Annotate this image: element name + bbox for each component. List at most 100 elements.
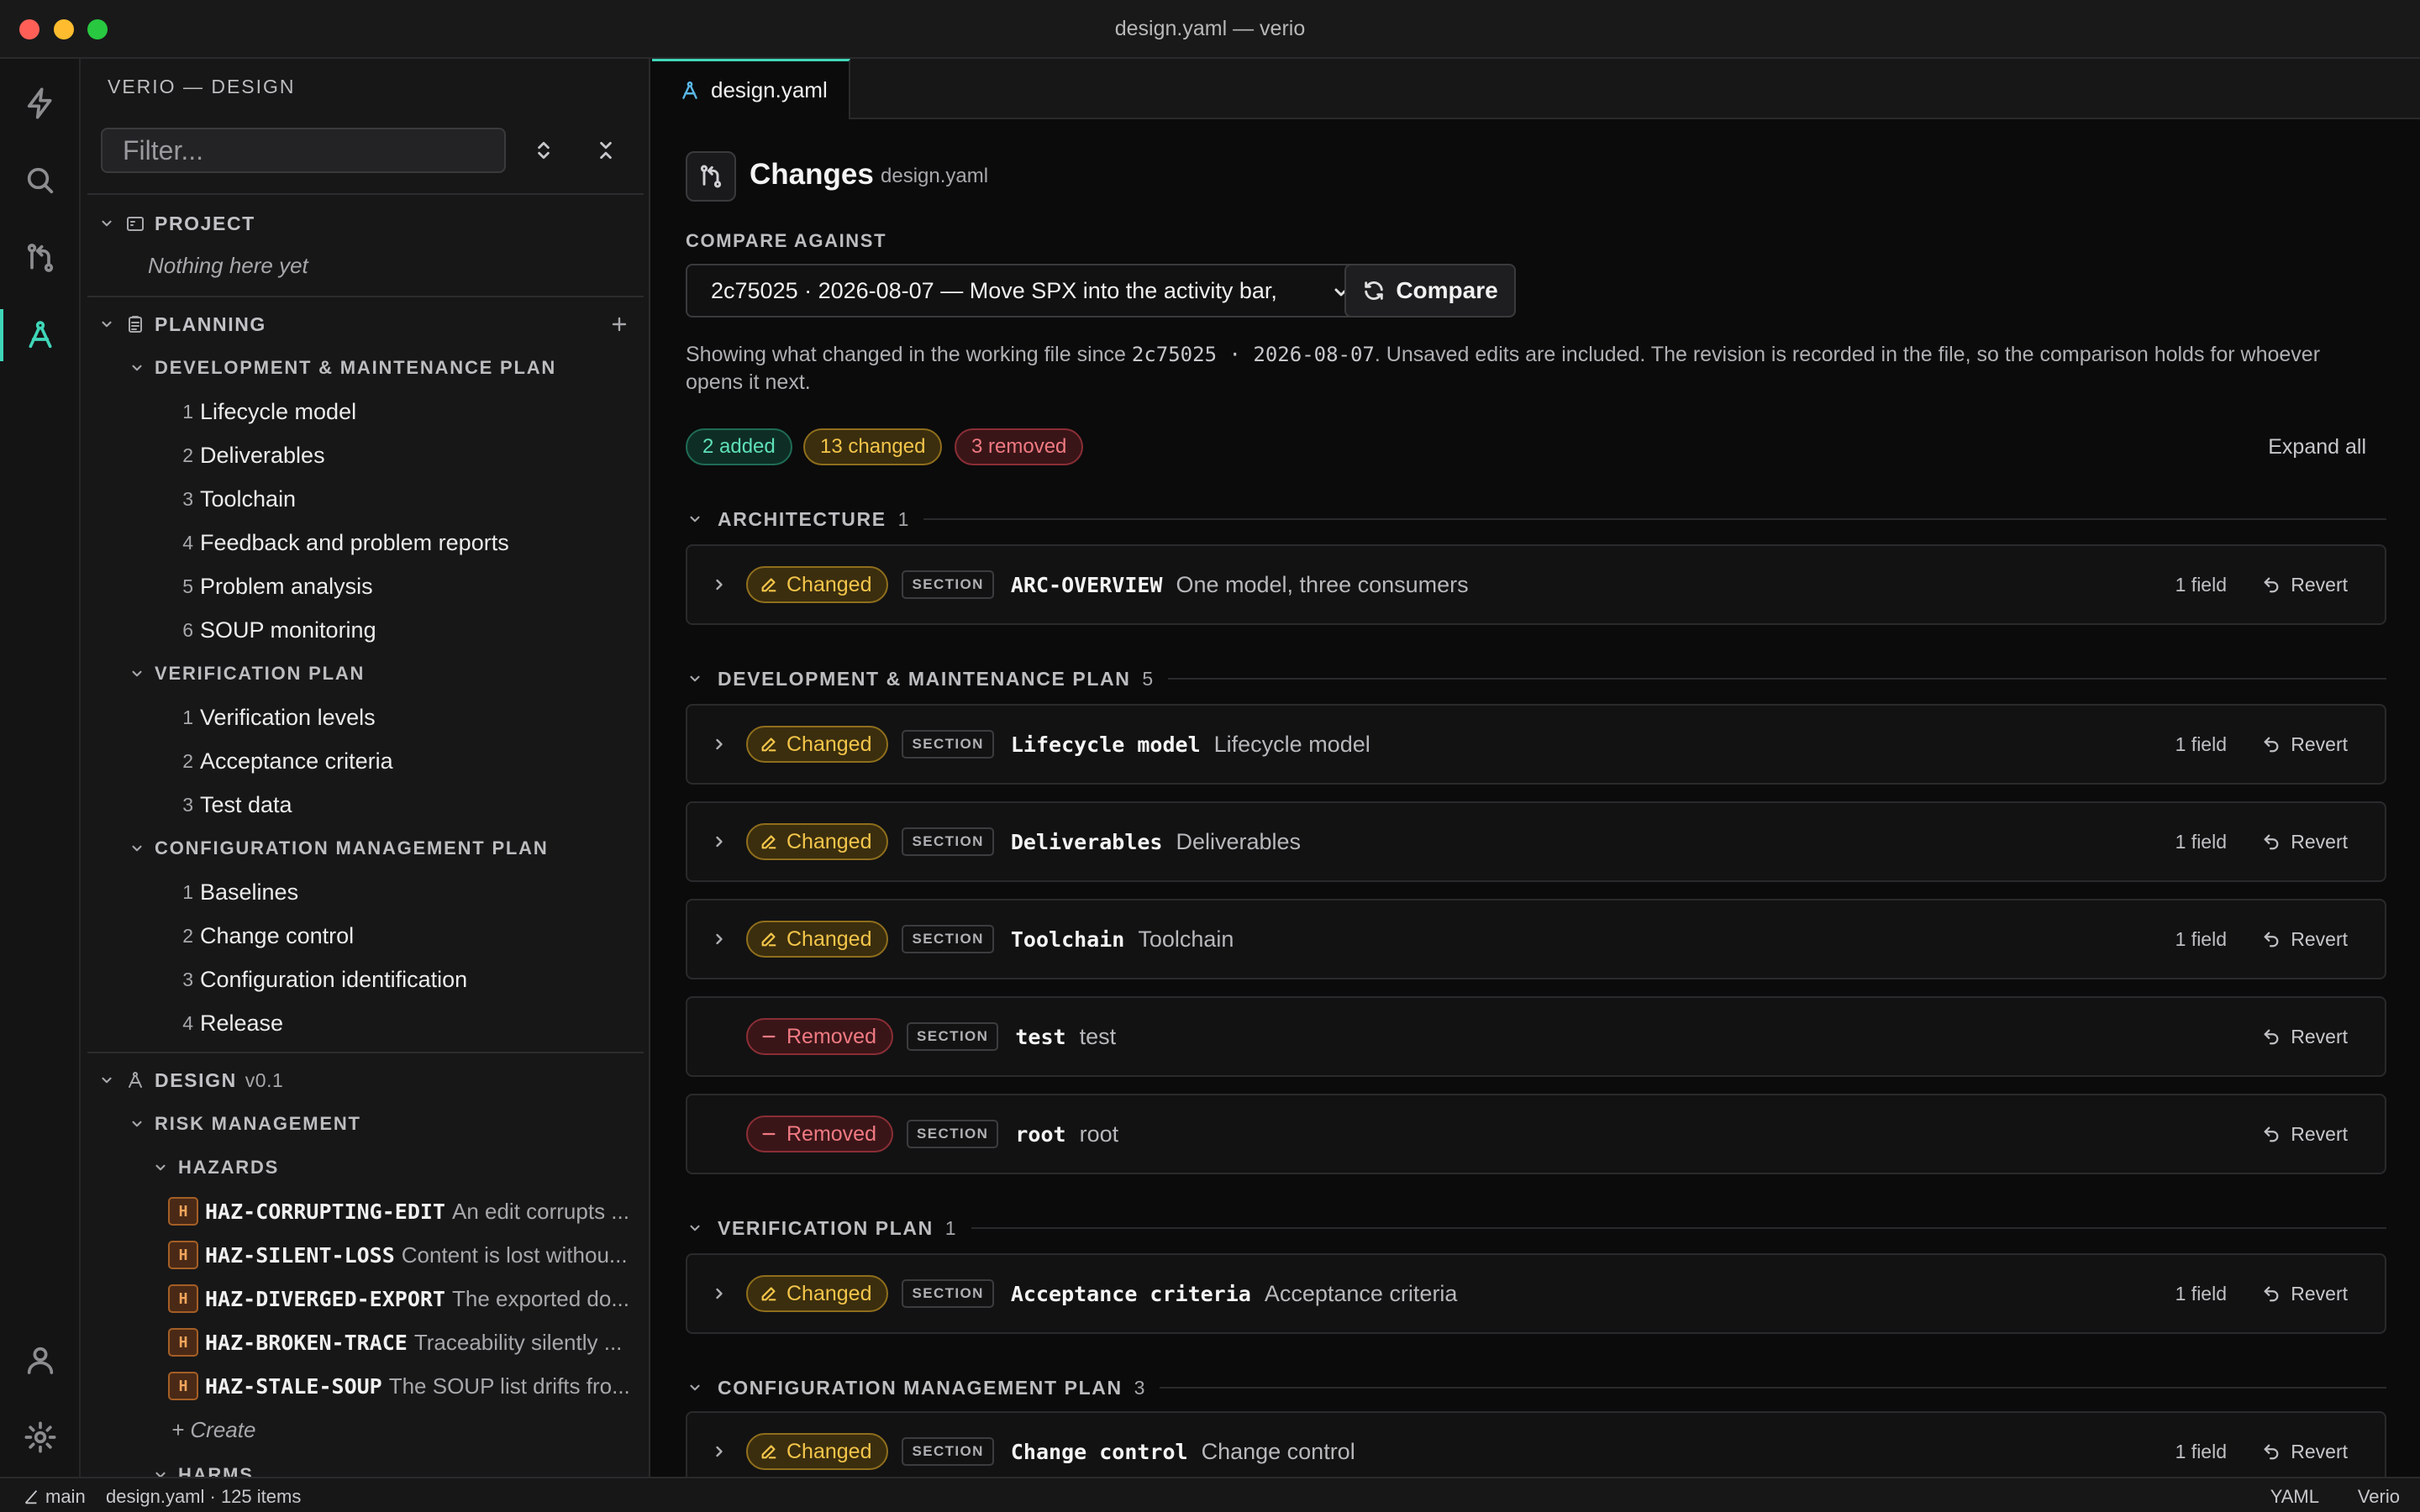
hazard-badge: H [168, 1284, 198, 1313]
revision-select[interactable]: 2c75025 · 2026-08-07 — Move SPX into the… [686, 264, 1365, 318]
add-planning-button[interactable] [607, 312, 632, 337]
tree-item[interactable]: 3 Test data [81, 783, 649, 827]
tree-item[interactable]: 2 Deliverables [81, 433, 649, 477]
hazard-item[interactable]: H HAZ-DIVERGED-EXPORT The exported do... [81, 1277, 630, 1320]
compare-button[interactable]: Compare [1344, 264, 1516, 318]
tree-subgroup-harms[interactable]: HARMS [81, 1453, 649, 1477]
chevron-right-icon[interactable] [709, 1284, 729, 1304]
hazard-badge: H [168, 1372, 198, 1400]
tree-item[interactable]: 2 Acceptance criteria [81, 739, 649, 783]
tree-group-project[interactable]: PROJECT [81, 202, 649, 245]
item-number: 2 [182, 444, 193, 466]
change-row[interactable]: Changed SECTION Acceptance criteria Acce… [686, 1253, 2386, 1334]
chevron-right-icon[interactable] [709, 734, 729, 754]
activity-settings[interactable] [0, 1399, 81, 1475]
expand-collapse-button[interactable] [524, 131, 563, 170]
expand-all-button[interactable]: Expand all [2268, 435, 2366, 459]
item-label: Acceptance criteria [200, 748, 393, 774]
change-row[interactable]: Changed SECTION Change control Change co… [686, 1411, 2386, 1477]
tree-subgroup-dev-plan[interactable]: DEVELOPMENT & MAINTENANCE PLAN [81, 346, 649, 390]
create-hazard-button[interactable]: + Create [81, 1408, 649, 1452]
activity-search[interactable] [0, 143, 81, 218]
chevron-right-icon[interactable] [709, 832, 729, 852]
section-header-ver-plan[interactable]: VERIFICATION PLAN 1 [686, 1211, 2386, 1245]
revert-button[interactable]: Revert [2262, 733, 2348, 756]
tree-item[interactable]: 5 Problem analysis [81, 564, 649, 608]
section-name: VERIFICATION PLAN [718, 1216, 934, 1239]
tree-subgroup-cfg-plan[interactable]: CONFIGURATION MANAGEMENT PLAN [81, 827, 649, 870]
pencil-icon [761, 1287, 776, 1301]
change-row[interactable]: Changed SECTION Lifecycle model Lifecycl… [686, 704, 2386, 785]
group-label: PROJECT [155, 212, 255, 234]
status-badge: Removed [746, 1018, 893, 1055]
tree-item[interactable]: 3 Toolchain [81, 477, 649, 521]
item-label: Change control [200, 922, 355, 948]
revert-button[interactable]: Revert [2262, 1026, 2348, 1048]
tree-item[interactable]: 6 SOUP monitoring [81, 608, 649, 652]
language-mode[interactable]: YAML [2270, 1486, 2319, 1508]
change-row[interactable]: Changed SECTION Toolchain Toolchain 1 fi… [686, 899, 2386, 979]
tree-group-design[interactable]: DESIGN v0.1 [81, 1058, 649, 1102]
tree-subgroup-ver-plan[interactable]: VERIFICATION PLAN [81, 652, 649, 696]
status-label: Changed [786, 829, 872, 853]
tree-subgroup-risk[interactable]: RISK MANAGEMENT [81, 1102, 649, 1146]
tree-item[interactable]: 4 Feedback and problem reports [81, 521, 649, 564]
kind-badge: SECTION [902, 1437, 994, 1466]
app-name: Verio [2357, 1486, 2400, 1507]
tree-item[interactable]: 1 Lifecycle model [81, 390, 649, 433]
collapse-all-button[interactable] [587, 131, 625, 170]
change-row[interactable]: Removed SECTION test test Revert [686, 996, 2386, 1077]
section-header-architecture[interactable]: ARCHITECTURE 1 [686, 502, 2386, 536]
tree-item[interactable]: 2 Change control [81, 914, 649, 958]
kind-badge: SECTION [907, 1022, 999, 1051]
section-header-cfg-plan[interactable]: CONFIGURATION MANAGEMENT PLAN 3 [686, 1371, 2386, 1404]
hazard-item[interactable]: H HAZ-STALE-SOUP The SOUP list drifts fro.… [81, 1364, 630, 1408]
tab-design-yaml[interactable]: design.yaml [652, 59, 850, 119]
revert-button[interactable]: Revert [2262, 1441, 2348, 1463]
tree-item[interactable]: 3 Configuration identification [81, 958, 649, 1001]
tree-item[interactable]: 1 Verification levels [81, 696, 649, 739]
change-row[interactable]: Changed SECTION ARC-OVERVIEW One model, … [686, 544, 2386, 625]
revert-button[interactable]: Revert [2262, 831, 2348, 853]
activity-source-control[interactable] [0, 220, 81, 296]
hazard-item[interactable]: H HAZ-BROKEN-TRACE Traceability silently .… [81, 1320, 630, 1364]
branch-indicator[interactable]: main [22, 1486, 86, 1508]
activity-actions[interactable] [0, 66, 81, 141]
undo-icon [2264, 577, 2279, 593]
chevron-down-icon [128, 359, 146, 377]
undo-icon [2264, 1126, 2279, 1142]
minus-icon [762, 1035, 776, 1038]
hazard-item[interactable]: H HAZ-CORRUPTING-EDIT An edit corrupts ... [81, 1189, 630, 1233]
hazard-item[interactable]: H HAZ-SILENT-LOSS Content is lost withou..… [81, 1233, 630, 1277]
file-info: design.yaml · 125 items [106, 1486, 302, 1507]
chevron-right-icon[interactable] [709, 575, 729, 595]
revert-button[interactable]: Revert [2262, 928, 2348, 951]
section-header-dev-plan[interactable]: DEVELOPMENT & MAINTENANCE PLAN 5 [686, 662, 2386, 696]
item-number: 3 [182, 487, 193, 510]
revert-button[interactable]: Revert [2262, 1123, 2348, 1146]
activity-account[interactable] [0, 1322, 81, 1398]
change-row[interactable]: Removed SECTION root root Revert [686, 1094, 2386, 1174]
chevron-right-icon[interactable] [709, 929, 729, 949]
revert-label: Revert [2291, 1282, 2348, 1305]
revert-button[interactable]: Revert [2262, 1283, 2348, 1305]
revision-date: 2026-08-07 [1253, 343, 1375, 366]
filter-input[interactable] [101, 128, 506, 173]
tree-subgroup-hazards[interactable]: HAZARDS [81, 1146, 649, 1189]
chevron-down-icon [128, 664, 146, 683]
item-label: Problem analysis [200, 573, 373, 599]
activity-design[interactable] [0, 297, 81, 373]
item-label: Release [200, 1010, 284, 1036]
divider [87, 193, 644, 195]
chevron-right-icon[interactable] [709, 1441, 729, 1462]
revert-button[interactable]: Revert [2262, 574, 2348, 596]
title-bar: design.yaml — verio [0, 0, 2420, 59]
hazard-id: HAZ-DIVERGED-EXPORT [205, 1286, 445, 1311]
tree-item[interactable]: 4 Release [81, 1001, 649, 1045]
change-row[interactable]: Changed SECTION Deliverables Deliverable… [686, 801, 2386, 882]
chevrons-in-icon [600, 141, 612, 160]
tree-group-planning[interactable]: PLANNING [81, 302, 649, 346]
status-badge: Changed [746, 1275, 889, 1312]
entry-title: Lifecycle model [1213, 731, 1370, 757]
tree-item[interactable]: 1 Baselines [81, 870, 649, 914]
